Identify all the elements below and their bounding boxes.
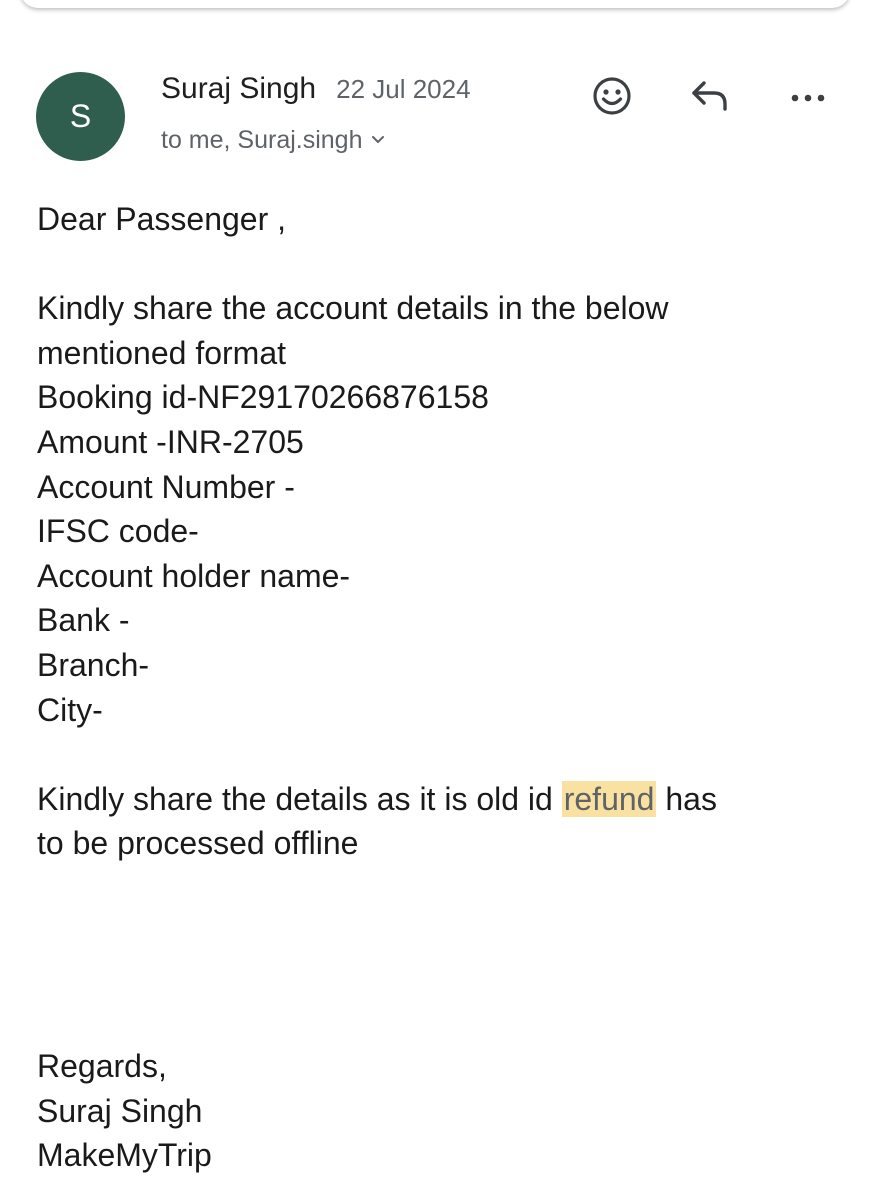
greeting: Dear Passenger , xyxy=(37,201,287,237)
message-body: Dear Passenger , Kindly share the accoun… xyxy=(37,197,837,1178)
field-bank: Bank - xyxy=(37,602,130,639)
field-account-holder: Account holder name- xyxy=(37,557,351,594)
field-ifsc-code: IFSC code- xyxy=(37,513,199,550)
add-reaction-button[interactable] xyxy=(588,74,636,122)
intro-line: Kindly share the account details in the … xyxy=(37,290,669,327)
previous-message-card[interactable] xyxy=(20,0,850,8)
signoff-regards: Regards, xyxy=(37,1047,167,1084)
note-line: Kindly share the details as it is old id… xyxy=(37,777,837,822)
note-prefix: Kindly share the details as it is old id xyxy=(37,780,562,817)
field-city: City- xyxy=(37,691,103,728)
field-amount: Amount -INR-2705 xyxy=(37,423,304,460)
reply-button[interactable] xyxy=(686,74,734,122)
search-highlight: refund xyxy=(561,780,657,817)
sender-row: Suraj Singh 22 Jul 2024 xyxy=(161,72,471,106)
recipients-text: to me, Suraj.singh xyxy=(161,126,363,154)
sent-date: 22 Jul 2024 xyxy=(336,74,471,104)
sender-name[interactable]: Suraj Singh xyxy=(161,72,316,106)
avatar[interactable]: S xyxy=(36,72,125,161)
recipients-toggle[interactable]: to me, Suraj.singh xyxy=(161,126,387,155)
signoff-name: Suraj Singh xyxy=(37,1092,203,1129)
field-branch: Branch- xyxy=(37,646,150,683)
note-suffix: has xyxy=(656,780,717,817)
reply-arrow-icon xyxy=(688,74,732,123)
chevron-down-icon xyxy=(369,126,387,155)
note-line: to be processed offline xyxy=(37,825,359,862)
signoff-company: MakeMyTrip xyxy=(37,1137,212,1174)
more-options-button[interactable] xyxy=(784,74,832,122)
smiley-icon xyxy=(590,74,634,123)
intro-line: mentioned format xyxy=(37,334,287,371)
field-account-number: Account Number - xyxy=(37,468,295,505)
avatar-letter: S xyxy=(69,98,92,134)
more-dots-icon xyxy=(786,74,830,123)
email-view: S Suraj Singh 22 Jul 2024 to me, Suraj.s… xyxy=(0,0,871,1200)
field-booking-id: Booking id-NF29170266876158 xyxy=(37,379,489,416)
